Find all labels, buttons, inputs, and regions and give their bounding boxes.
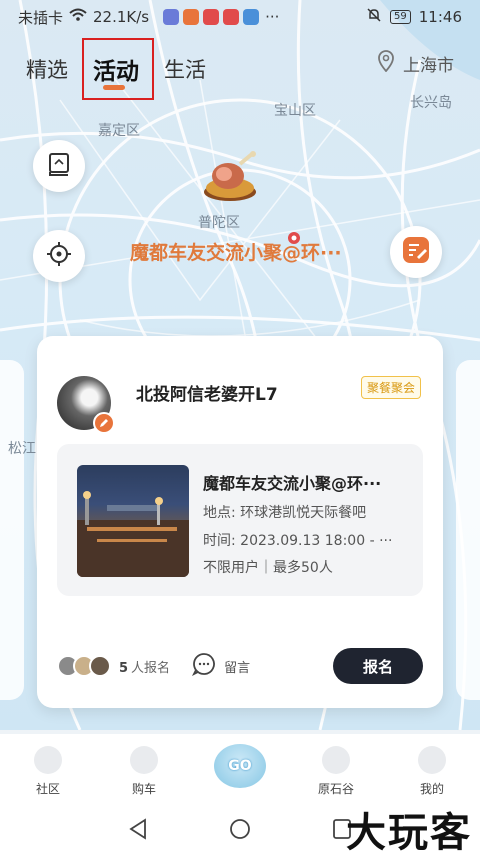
profile-icon (418, 746, 446, 774)
active-tab-indicator (103, 85, 125, 90)
book-icon (46, 151, 72, 181)
go-car-icon: GO (214, 744, 266, 788)
city-selector[interactable]: 上海市 (377, 50, 454, 77)
category-tag: 聚餐聚会 (360, 376, 421, 399)
bottom-nav-bar: 社区 购车 GO 原石谷 我的 (0, 734, 480, 804)
guide-book-button[interactable] (33, 140, 85, 192)
location-pin-icon (377, 50, 395, 77)
event-pin-label[interactable]: 魔都车友交流小聚@环··· (130, 238, 342, 265)
tab-featured[interactable]: 精选 (26, 54, 68, 84)
signup-count: 5 人报名 (119, 657, 170, 676)
network-speed: 22.1K/s (93, 8, 150, 26)
verified-badge-icon (93, 412, 115, 434)
signup-button[interactable]: 报名 (333, 648, 423, 684)
locate-button[interactable] (33, 230, 85, 282)
nav-community[interactable]: 社区 (0, 734, 96, 804)
participant-avatars[interactable] (57, 655, 111, 677)
food-event-marker-icon[interactable] (200, 150, 260, 205)
event-card: 北投阿信老婆开L7 聚餐聚会 魔都车友交流小聚@环··· 地点: 环球港凯悦天际… (37, 336, 443, 708)
nav-community-label: 社区 (35, 782, 60, 796)
community-icon (34, 746, 62, 774)
battery-icon: 59 (390, 10, 411, 24)
nav-gem-valley-label: 原石谷 (317, 782, 354, 796)
organizer-name[interactable]: 北投阿信老婆开L7 (136, 380, 278, 405)
top-tab-bar: 精选 活动 生活 上海市 (0, 36, 480, 102)
home-icon[interactable] (229, 818, 251, 844)
mute-icon (366, 7, 382, 27)
previous-card-peek[interactable] (0, 360, 24, 700)
nav-buy-car-label: 购车 (131, 782, 156, 796)
tab-activity[interactable]: 活动 (93, 52, 139, 86)
edit-note-icon (400, 234, 432, 270)
back-icon[interactable] (128, 818, 148, 844)
nav-mine[interactable]: 我的 (384, 734, 480, 804)
organizer-avatar[interactable] (57, 376, 115, 434)
event-location: 地点: 环球港凯悦天际餐吧 (203, 505, 367, 521)
nav-go[interactable]: GO (192, 734, 288, 804)
comment-label: 留言 (224, 660, 251, 676)
map-label-songjiang: 松江 (8, 441, 36, 457)
gem-icon (322, 746, 350, 774)
more-notifications-icon: ··· (265, 8, 280, 26)
nav-mine-label: 我的 (419, 782, 444, 796)
signup-number: 5 (119, 660, 129, 676)
clock: 11:46 (418, 8, 462, 26)
tab-life[interactable]: 生活 (164, 54, 206, 84)
wifi-icon (69, 8, 87, 26)
notification-app-icons (163, 9, 260, 25)
status-bar: 未插卡 22.1K/s ··· 59 11:46 (0, 0, 480, 34)
car-purchase-icon (130, 746, 158, 774)
comment-bubble-icon (192, 652, 216, 680)
carrier-text: 未插卡 (18, 8, 64, 27)
card-footer: 5 人报名 留言 报名 (57, 646, 423, 686)
nav-buy-car[interactable]: 购车 (96, 734, 192, 804)
nav-go-label: GO (228, 758, 252, 774)
map-label-putuo: 普陀区 (198, 215, 240, 231)
create-event-button[interactable] (390, 226, 442, 278)
event-photo (77, 465, 189, 577)
signup-suffix: 人报名 (131, 660, 171, 676)
event-capacity: 不限用户｜最多50人 (203, 560, 333, 576)
event-detail-box[interactable]: 魔都车友交流小聚@环··· 地点: 环球港凯悦天际餐吧 时间: 2023.09.… (57, 444, 423, 596)
event-time: 时间: 2023.09.13 18:00 - ··· (203, 533, 393, 549)
event-title: 魔都车友交流小聚@环··· (203, 474, 382, 493)
map-label-baoshan: 宝山区 (274, 103, 316, 119)
nav-gem-valley[interactable]: 原石谷 (288, 734, 384, 804)
watermark-text: 大玩客 (346, 810, 472, 853)
map-label-jiading: 嘉定区 (98, 123, 140, 139)
city-name: 上海市 (403, 56, 454, 76)
comment-button[interactable]: 留言 (192, 652, 250, 680)
participant-avatar (89, 655, 111, 677)
crosshair-icon (46, 241, 72, 271)
next-card-peek[interactable] (456, 360, 480, 700)
